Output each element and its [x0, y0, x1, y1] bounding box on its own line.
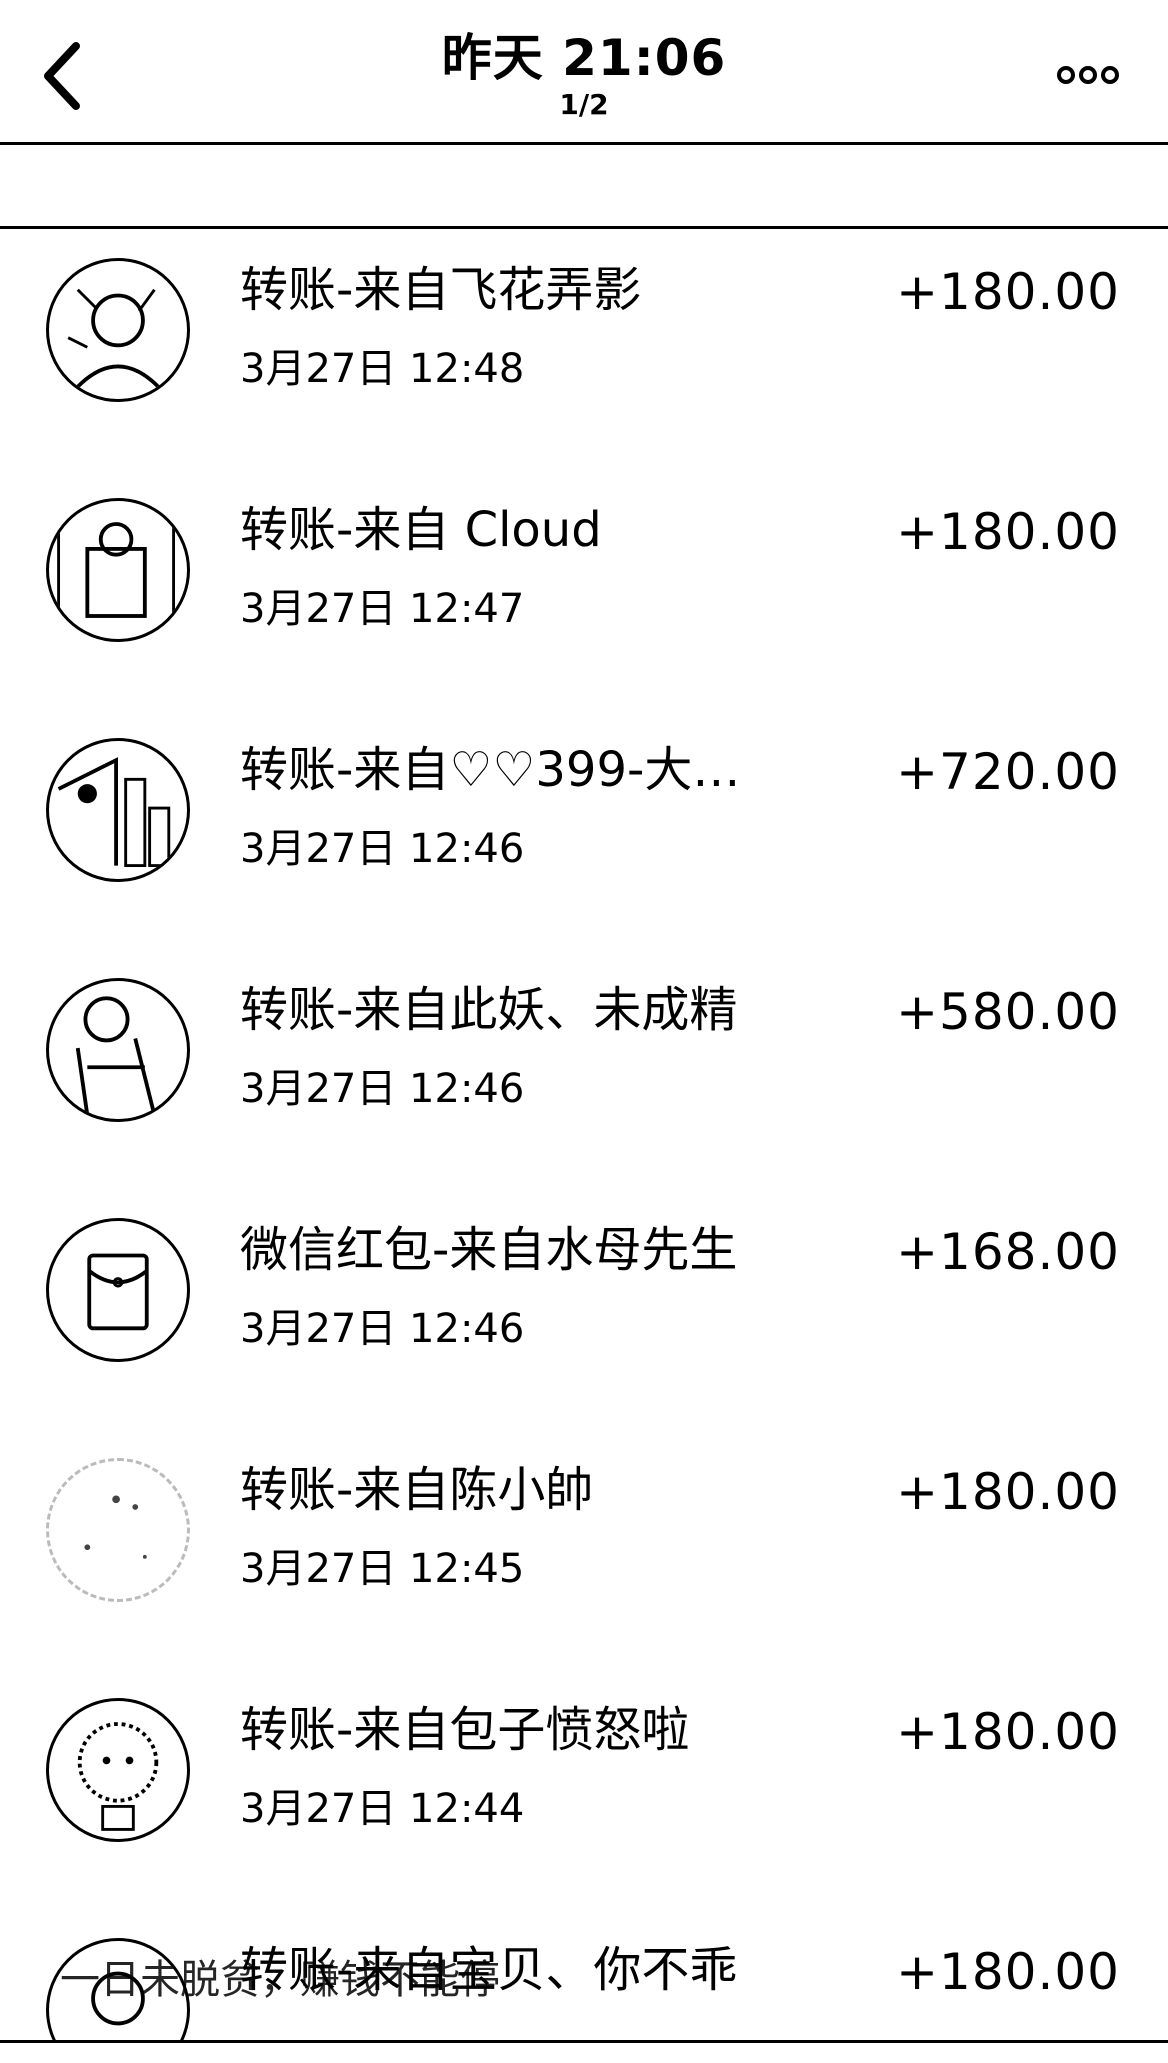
- transaction-time: 3月27日 12:45: [240, 1546, 525, 1592]
- transaction-time: 3月27日 12:46: [240, 1066, 525, 1112]
- avatar: [46, 1698, 190, 1842]
- page-title: 昨天 21:06: [441, 29, 727, 87]
- nav-bar: 昨天 21:06 1/2: [0, 0, 1168, 144]
- transaction-title: 转账-来自♡♡399-大…: [240, 742, 741, 798]
- transaction-amount: +180.00: [896, 263, 1120, 321]
- avatar: [46, 738, 190, 882]
- transaction-row[interactable]: 转账-来自♡♡399-大… 3月27日 12:46 +720.00: [0, 710, 1168, 950]
- header-divider: [0, 142, 1168, 145]
- transaction-amount: +180.00: [896, 1463, 1120, 1521]
- transaction-row[interactable]: 转账-来自陈小帥 3月27日 12:45 +180.00: [0, 1430, 1168, 1670]
- more-dots-icon: [1057, 66, 1119, 84]
- transaction-row[interactable]: 转账-来自此妖、未成精 3月27日 12:46 +580.00: [0, 950, 1168, 1190]
- transaction-row[interactable]: 转账-来自包子愤怒啦 3月27日 12:44 +180.00: [0, 1670, 1168, 1910]
- avatar: [46, 1218, 190, 1362]
- transaction-time: 3月27日 12:48: [240, 346, 525, 392]
- section-divider: [0, 226, 1168, 229]
- transaction-row[interactable]: 转账-来自 Cloud 3月27日 12:47 +180.00: [0, 470, 1168, 710]
- transaction-title: 转账-来自陈小帥: [240, 1462, 594, 1518]
- transaction-amount: +180.00: [896, 1703, 1120, 1761]
- transaction-title: 转账-来自飞花弄影: [240, 262, 642, 318]
- transaction-list[interactable]: 转账-来自飞花弄影 3月27日 12:48 +180.00 转账-来自 Clou…: [0, 230, 1168, 2040]
- transaction-time: 3月27日 12:44: [240, 1786, 525, 1832]
- transaction-row[interactable]: 微信红包-来自水母先生 3月27日 12:46 +168.00: [0, 1190, 1168, 1430]
- screen: 昨天 21:06 1/2 转账-来自飞花弄影 3月27日 12:48 +180.…: [0, 0, 1168, 2063]
- transaction-time: 3月27日 12:47: [240, 586, 525, 632]
- transaction-amount: +168.00: [896, 1223, 1120, 1281]
- transaction-title: 转账-来自包子愤怒啦: [240, 1702, 690, 1758]
- transaction-amount: +180.00: [896, 503, 1120, 561]
- transaction-time: 3月27日 12:46: [240, 1306, 525, 1352]
- red-packet-icon: [87, 1253, 149, 1331]
- avatar: [46, 1458, 190, 1602]
- transaction-title: 转账-来自 Cloud: [240, 502, 602, 558]
- transaction-amount: +720.00: [896, 743, 1120, 801]
- avatar: [46, 258, 190, 402]
- transaction-row[interactable]: 转账-来自飞花弄影 3月27日 12:48 +180.00: [0, 230, 1168, 470]
- avatar: [46, 498, 190, 642]
- more-button[interactable]: [1056, 60, 1120, 90]
- page-indicator: 1/2: [559, 88, 609, 121]
- bottom-divider: [0, 2040, 1168, 2043]
- transaction-title: 转账-来自此妖、未成精: [240, 982, 738, 1038]
- transaction-time: 3月27日 12:46: [240, 826, 525, 872]
- transaction-amount: +180.00: [896, 1943, 1120, 2001]
- avatar: [46, 978, 190, 1122]
- transaction-title: 微信红包-来自水母先生: [240, 1222, 738, 1278]
- transaction-amount: +580.00: [896, 983, 1120, 1041]
- caption-overlay: 一日未脱贫，赚钱不能停: [60, 1957, 500, 2003]
